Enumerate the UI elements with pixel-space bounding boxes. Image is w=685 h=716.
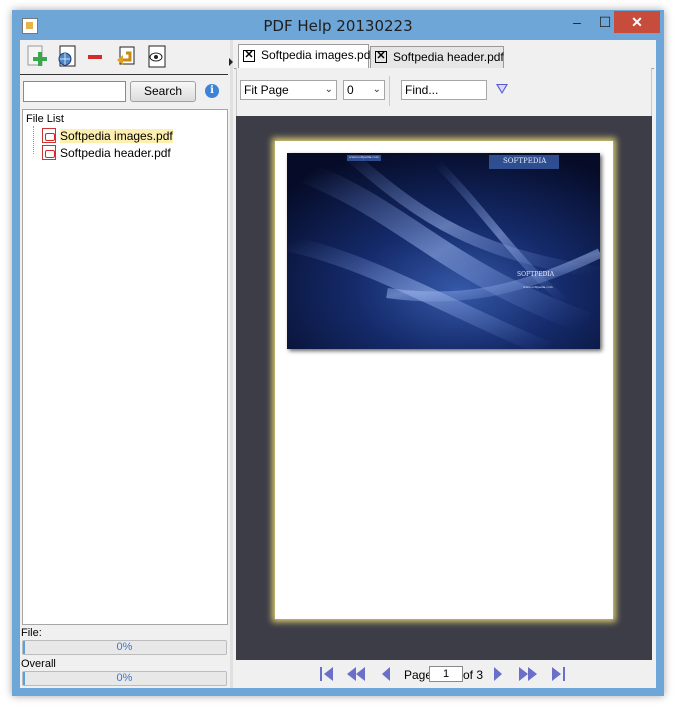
chevron-down-icon: ⌄: [372, 84, 381, 95]
search-input[interactable]: [23, 81, 126, 102]
close-tab-icon[interactable]: ✕: [375, 51, 387, 63]
add-document-icon: [27, 45, 47, 66]
file-progress-bar: 0%: [22, 640, 227, 655]
document-viewer[interactable]: SOFTPEDIA www.softpedia.com SOFTPEDIA ww…: [236, 116, 652, 660]
app-window: PDF Help 20130223 – ☐ ✕ Search i File Li…: [12, 10, 664, 696]
fit-mode-select[interactable]: Fit Page ⌄: [240, 80, 337, 100]
tab-label: Softpedia images.pdf: [261, 48, 374, 62]
fit-mode-value: Fit Page: [244, 83, 289, 97]
file-list-item[interactable]: Softpedia images.pdf: [42, 128, 173, 144]
toolbar-separator: [20, 74, 228, 75]
view-button[interactable]: [144, 44, 170, 70]
rewind-icon[interactable]: [346, 666, 366, 682]
client-area: Search i File List Softpedia images.pdf …: [20, 40, 656, 688]
file-progress-label: File:: [21, 627, 42, 639]
zoom-select[interactable]: 0 ⌄: [343, 80, 385, 100]
page-label: Page: [404, 668, 433, 682]
collapse-arrow-icon[interactable]: [229, 58, 233, 66]
minimize-button[interactable]: –: [564, 11, 590, 33]
last-page-icon[interactable]: [550, 666, 566, 682]
tab-label: Softpedia header.pdf: [393, 50, 504, 64]
left-panel: Search i File List Softpedia images.pdf …: [20, 40, 230, 688]
pdf-file-icon: [42, 145, 56, 160]
remove-file-button[interactable]: [82, 44, 108, 70]
file-list-item[interactable]: Softpedia header.pdf: [42, 145, 171, 161]
next-page-icon[interactable]: [492, 666, 504, 682]
file-list-item-label: Softpedia header.pdf: [60, 146, 171, 160]
tab-strip: ✕ Softpedia images.pdf ✕ Softpedia heade…: [234, 44, 654, 69]
softpedia-wallpaper-image: [287, 153, 600, 349]
file-progress-text: 0%: [116, 641, 133, 653]
viewer-toolbar: Fit Page ⌄ 0 ⌄ Find...: [236, 68, 652, 116]
overall-progress-label: Overall: [21, 658, 56, 670]
open-url-button[interactable]: [54, 44, 80, 70]
title-bar[interactable]: PDF Help 20130223 – ☐ ✕: [12, 10, 664, 40]
remove-icon: [88, 55, 102, 59]
search-button[interactable]: Search: [130, 81, 196, 102]
pdf-file-icon: [42, 128, 56, 143]
toolbar-separator: [389, 76, 390, 106]
chevron-down-icon: ⌄: [324, 84, 333, 95]
fast-forward-icon[interactable]: [518, 666, 538, 682]
right-panel: ✕ Softpedia images.pdf ✕ Softpedia heade…: [234, 40, 656, 688]
zoom-value: 0: [347, 83, 354, 97]
overall-progress-text: 0%: [116, 672, 133, 684]
first-page-icon[interactable]: [319, 666, 335, 682]
overall-progress-bar: 0%: [22, 671, 227, 686]
find-input[interactable]: Find...: [401, 80, 487, 100]
globe-document-icon: [58, 45, 76, 67]
add-file-button[interactable]: [24, 44, 50, 70]
image-brand-top: SOFTPEDIA: [503, 157, 547, 165]
file-list-title: File List: [26, 113, 64, 125]
tab-softpedia-images[interactable]: ✕ Softpedia images.pdf: [238, 44, 374, 69]
info-icon[interactable]: i: [205, 84, 219, 98]
page-navigation-bar: Page 1 of 3: [236, 660, 652, 688]
close-tab-icon[interactable]: ✕: [243, 50, 255, 62]
page-count-label: of 3: [463, 668, 484, 682]
image-url-small: www.softpedia.com: [349, 155, 379, 159]
page-image: SOFTPEDIA www.softpedia.com SOFTPEDIA ww…: [287, 153, 600, 349]
panel-splitter[interactable]: [230, 40, 233, 688]
image-url-bottom: www.softpedia.com: [523, 285, 553, 289]
previous-page-icon[interactable]: [380, 666, 392, 682]
back-button[interactable]: [112, 44, 138, 70]
document-page: SOFTPEDIA www.softpedia.com SOFTPEDIA ww…: [275, 141, 613, 619]
image-brand-center: SOFTPEDIA: [517, 271, 555, 278]
close-button[interactable]: ✕: [614, 11, 660, 33]
back-arrow-icon: [117, 46, 135, 65]
file-list-item-label: Softpedia images.pdf: [60, 129, 173, 143]
file-list[interactable]: File List Softpedia images.pdf Softpedia…: [22, 109, 228, 625]
tab-softpedia-header[interactable]: ✕ Softpedia header.pdf: [370, 46, 504, 68]
find-next-icon[interactable]: [496, 84, 508, 94]
page-number-input[interactable]: 1: [429, 666, 463, 682]
main-toolbar: [22, 44, 227, 72]
eye-document-icon: [148, 45, 166, 68]
